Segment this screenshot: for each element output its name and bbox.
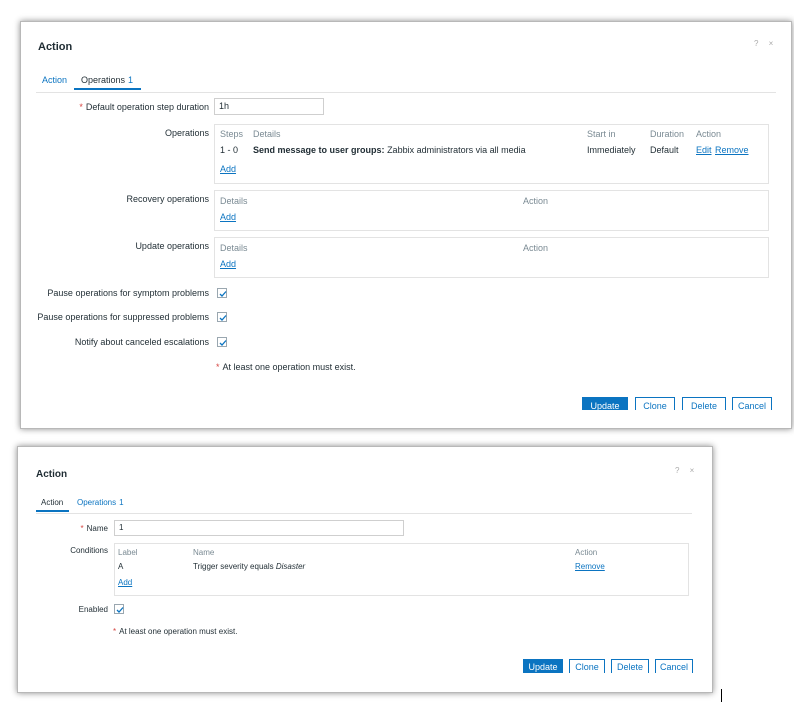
dialog-header-icons[interactable]: ? × xyxy=(754,39,777,48)
col-header-label: Label xyxy=(118,548,138,557)
name-label: * Name xyxy=(18,524,108,533)
validation-note: * At least one operation must exist. xyxy=(113,627,237,636)
operation-remove-link[interactable]: Remove xyxy=(715,145,749,155)
tab-operations-label: Operations xyxy=(81,75,126,85)
name-label-text: Name xyxy=(86,524,108,533)
operations-table: Steps Details Start in Duration Action 1… xyxy=(214,124,769,184)
step-duration-label: * Default operation step duration xyxy=(21,102,209,112)
tab-action-label: Action xyxy=(42,75,68,85)
pause-suppressed-checkbox[interactable] xyxy=(217,312,227,322)
step-duration-input[interactable]: 1h xyxy=(214,98,324,115)
col-header-steps: Steps xyxy=(220,129,244,139)
recovery-col-header-details: Details xyxy=(220,196,248,206)
recovery-add-link[interactable]: Add xyxy=(220,212,236,222)
action-dialog-action-tab: Action ? × Action Operations 1 * Name 1 Co… xyxy=(17,446,713,693)
condition-name: Trigger severity equals Disaster xyxy=(193,562,305,571)
col-header-details: Details xyxy=(253,129,281,139)
update-button[interactable]: Update xyxy=(582,397,628,410)
dialog-header-icons[interactable]: ? × xyxy=(675,466,698,475)
tab-operations-count: 1 xyxy=(128,75,134,85)
footer-buttons: Update Clone Delete Cancel xyxy=(18,657,712,673)
tab-action[interactable]: Action xyxy=(42,75,67,85)
condition-remove-link[interactable]: Remove xyxy=(575,562,605,571)
checkmark-icon xyxy=(219,340,227,346)
clone-button[interactable]: Clone xyxy=(569,659,605,673)
name-input[interactable]: 1 xyxy=(114,520,404,536)
update-add-link[interactable]: Add xyxy=(220,259,236,269)
dialog-title: Action xyxy=(36,469,68,480)
operations-add-link[interactable]: Add xyxy=(220,164,236,174)
operation-start-in: Immediately xyxy=(587,145,636,155)
delete-button[interactable]: Delete xyxy=(611,659,649,673)
required-asterisk: * xyxy=(113,627,117,636)
clone-button[interactable]: Clone xyxy=(635,397,675,410)
update-col-header-action: Action xyxy=(523,243,549,253)
col-header-action: Action xyxy=(696,129,722,139)
footer-buttons: Update Clone Delete Cancel xyxy=(21,394,791,410)
tab-action[interactable]: Action xyxy=(36,498,70,512)
update-button[interactable]: Update xyxy=(523,659,563,673)
tab-bar: Action Operations 1 xyxy=(36,73,776,93)
condition-label: A xyxy=(118,562,124,571)
operation-details-bold: Send message to user groups: xyxy=(253,145,385,155)
condition-name-prefix: Trigger severity equals xyxy=(193,562,274,571)
validation-note: * At least one operation must exist. xyxy=(216,362,356,372)
tab-operations-label: Operations xyxy=(77,498,117,507)
cancel-button[interactable]: Cancel xyxy=(655,659,693,673)
tab-action-label: Action xyxy=(41,498,64,507)
delete-button[interactable]: Delete xyxy=(682,397,726,410)
condition-name-value: Disaster xyxy=(275,562,306,571)
operation-duration: Default xyxy=(650,145,679,155)
col-header-name: Name xyxy=(193,548,215,557)
conditions-table: Label Name Action A Trigger severity equ… xyxy=(114,543,689,596)
checkmark-icon xyxy=(116,607,124,613)
tab-operations[interactable]: Operations 1 xyxy=(74,75,142,90)
operation-details-rest: Zabbix administrators via all media xyxy=(387,145,526,155)
dialog-title: Action xyxy=(38,41,73,53)
col-header-action: Action xyxy=(575,548,598,557)
validation-note-text: At least one operation must exist. xyxy=(119,627,238,636)
action-dialog-operations-tab: Action ? × Action Operations 1 * Default o… xyxy=(20,21,792,429)
cancel-button[interactable]: Cancel xyxy=(732,397,772,410)
checkmark-icon xyxy=(219,315,227,321)
operations-label: Operations xyxy=(164,128,209,138)
step-duration-label-text: Default operation step duration xyxy=(85,102,209,112)
operation-steps: 1 - 0 xyxy=(220,145,239,155)
required-asterisk: * xyxy=(80,524,84,533)
col-header-duration: Duration xyxy=(650,129,685,139)
enabled-checkbox[interactable] xyxy=(114,604,124,614)
col-header-start-in: Start in xyxy=(587,129,616,139)
required-asterisk: * xyxy=(79,102,83,112)
conditions-label: Conditions xyxy=(70,546,108,555)
recovery-operations-label: Recovery operations xyxy=(126,194,209,204)
operation-edit-link[interactable]: Edit xyxy=(696,145,712,155)
pause-symptom-checkbox[interactable] xyxy=(217,288,227,298)
text-cursor xyxy=(721,689,722,702)
update-col-header-details: Details xyxy=(220,243,248,253)
notify-canceled-label: Notify about canceled escalations xyxy=(74,337,209,347)
update-operations-table: Details Action Add xyxy=(214,237,769,278)
notify-canceled-checkbox[interactable] xyxy=(217,337,227,347)
tab-operations-count: 1 xyxy=(119,498,124,507)
operation-details: Send message to user groups: Zabbix admi… xyxy=(253,145,526,155)
checkmark-icon xyxy=(219,291,227,297)
tab-operations[interactable]: Operations 1 xyxy=(77,498,124,507)
pause-symptom-label: Pause operations for symptom problems xyxy=(47,288,209,298)
enabled-label: Enabled xyxy=(78,605,108,614)
recovery-operations-table: Details Action Add xyxy=(214,190,769,231)
tab-bar: Action Operations 1 xyxy=(36,495,692,514)
recovery-col-header-action: Action xyxy=(523,196,549,206)
update-operations-label: Update operations xyxy=(135,241,209,251)
validation-note-text: At least one operation must exist. xyxy=(222,362,356,372)
conditions-add-link[interactable]: Add xyxy=(118,578,132,587)
required-asterisk: * xyxy=(216,362,220,372)
pause-suppressed-label: Pause operations for suppressed problems xyxy=(37,312,209,322)
